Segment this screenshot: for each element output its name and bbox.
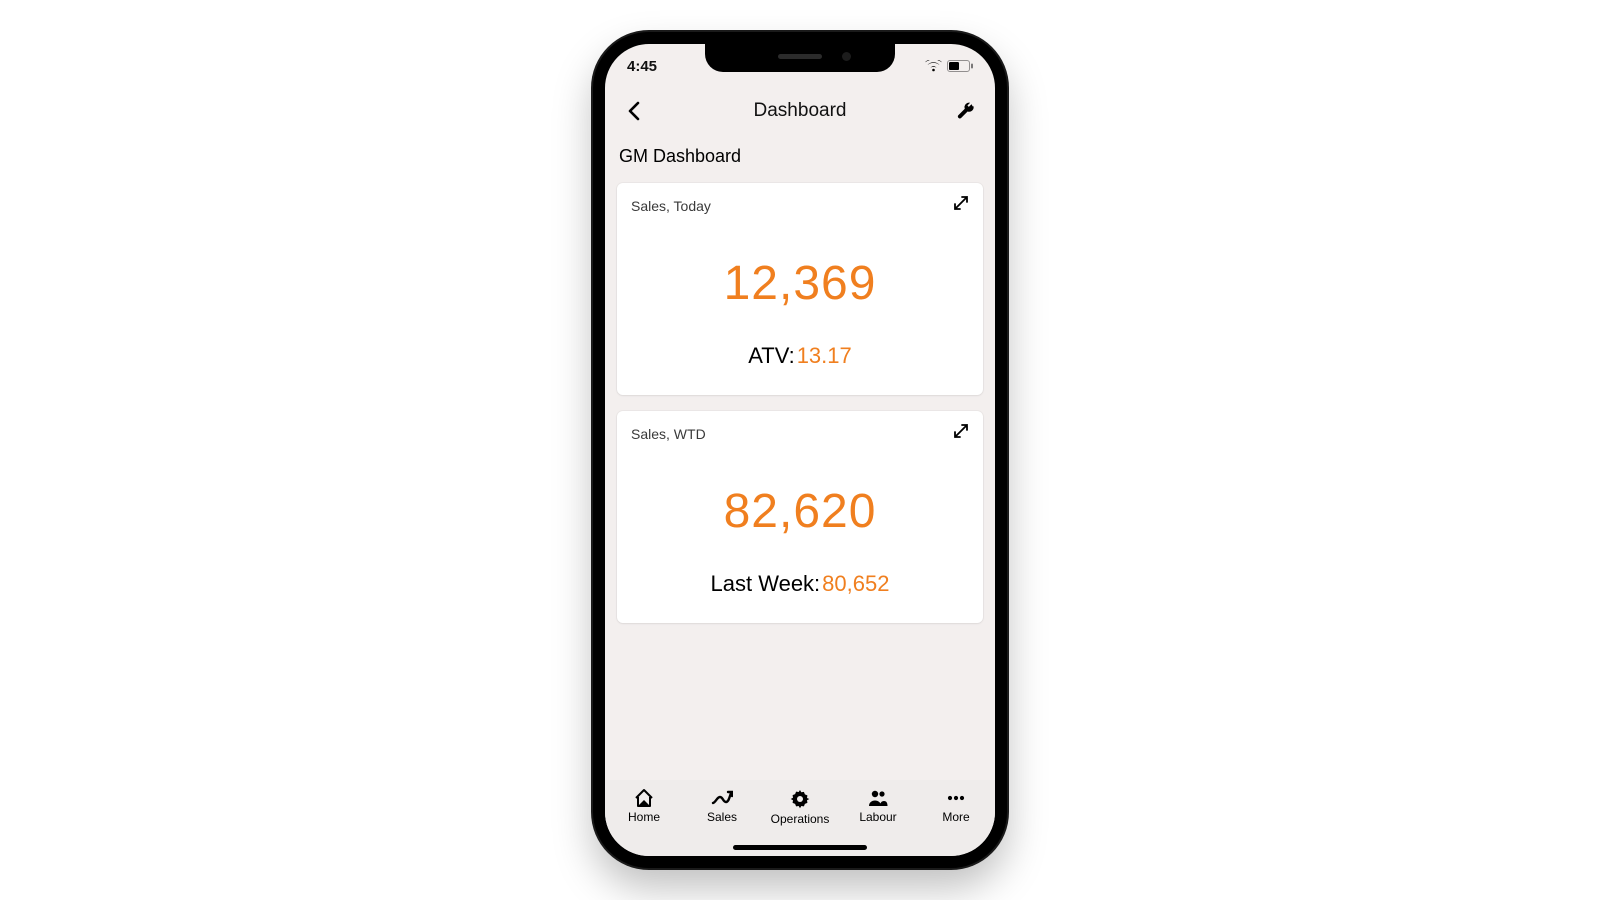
atv-label: ATV:	[748, 343, 794, 369]
home-indicator	[733, 845, 867, 850]
card-title: Sales, WTD	[631, 426, 706, 442]
trending-up-icon	[711, 788, 733, 808]
tab-sales[interactable]: Sales	[692, 788, 752, 824]
sales-today-value: 12,369	[631, 256, 969, 311]
status-time: 4:45	[627, 58, 657, 75]
battery-icon	[947, 60, 973, 72]
home-icon	[633, 788, 655, 808]
atv-value: 13.17	[797, 343, 852, 369]
expand-button[interactable]	[953, 423, 969, 444]
expand-icon	[953, 423, 969, 439]
sales-wtd-value: 82,620	[631, 484, 969, 539]
more-icon	[945, 788, 967, 808]
app-header: Dashboard	[605, 88, 995, 134]
last-week-label: Last Week:	[711, 571, 821, 597]
card-title: Sales, Today	[631, 198, 711, 214]
gear-icon	[789, 788, 811, 810]
last-week-value: 80,652	[822, 571, 889, 597]
expand-icon	[953, 195, 969, 211]
tab-label: Home	[628, 810, 660, 824]
back-button[interactable]	[619, 96, 649, 126]
settings-button[interactable]	[951, 96, 981, 126]
tab-label: Sales	[707, 810, 737, 824]
card-sales-wtd: Sales, WTD 82,620 Last Week: 80,652	[617, 411, 983, 623]
people-icon	[867, 788, 889, 808]
tab-label: Operations	[771, 812, 830, 826]
tab-more[interactable]: More	[926, 788, 986, 824]
tab-home[interactable]: Home	[614, 788, 674, 824]
tab-labour[interactable]: Labour	[848, 788, 908, 824]
expand-button[interactable]	[953, 195, 969, 216]
section-title: GM Dashboard	[605, 134, 995, 175]
wifi-icon	[925, 60, 942, 72]
chevron-left-icon	[627, 101, 641, 121]
tab-operations[interactable]: Operations	[770, 788, 830, 826]
card-sales-today: Sales, Today 12,369 ATV: 13.17	[617, 183, 983, 395]
tab-label: Labour	[859, 810, 896, 824]
phone-mockup: 4:45 Dashboard GM Dashboard	[593, 32, 1007, 868]
content-area: GM Dashboard Sales, Today 12,369 ATV: 13…	[605, 134, 995, 788]
page-title: Dashboard	[605, 100, 995, 122]
phone-notch	[705, 44, 895, 72]
wrench-icon	[957, 102, 975, 120]
tab-label: More	[942, 810, 969, 824]
